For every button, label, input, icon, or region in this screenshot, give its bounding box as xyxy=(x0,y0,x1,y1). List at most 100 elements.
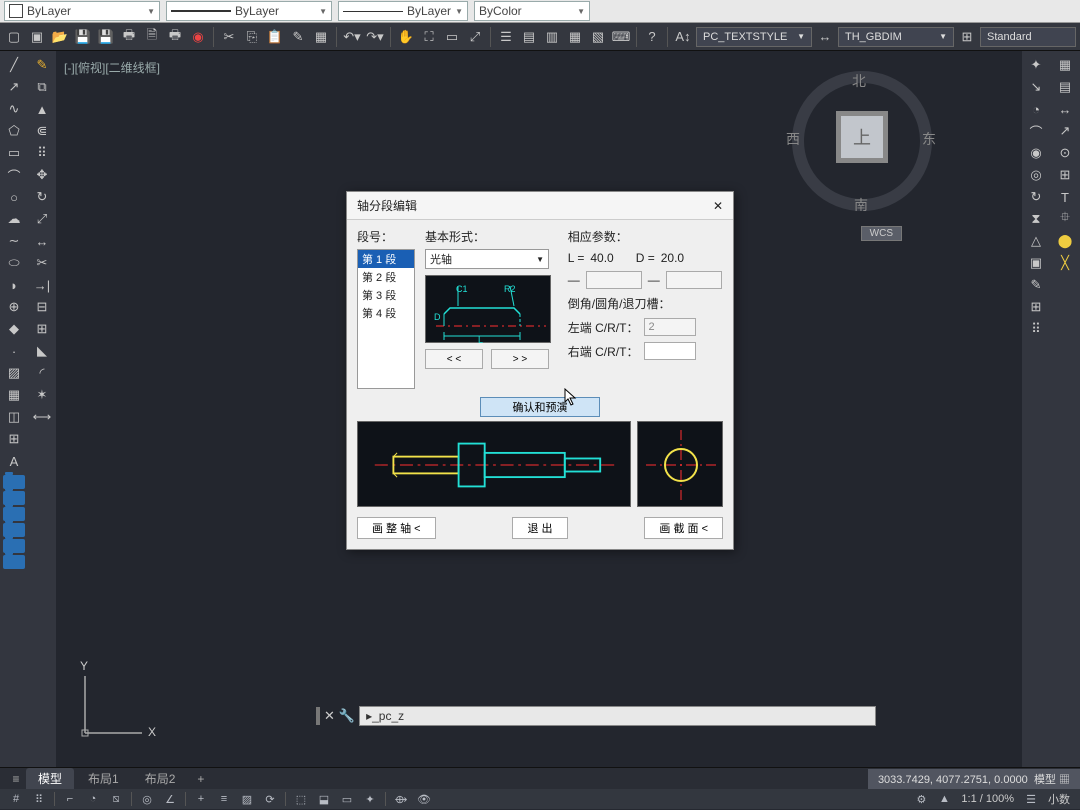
color-dropdown[interactable]: ByLayer ▼ xyxy=(4,1,160,21)
segment-list[interactable]: 第 1 段 第 2 段 第 3 段 第 4 段 xyxy=(357,249,415,389)
line-icon[interactable]: ╱ xyxy=(2,55,26,75)
3dosnap-icon[interactable]: ⬚ xyxy=(291,791,311,807)
rtool-icon[interactable]: ⬤ xyxy=(1053,231,1077,251)
rtool-icon[interactable]: ⊞ xyxy=(1024,297,1048,317)
extend-icon[interactable]: →| xyxy=(30,275,54,295)
rtool-icon[interactable]: ⊙ xyxy=(1053,143,1077,163)
markup-icon[interactable]: ▧ xyxy=(588,27,608,47)
rotate-icon[interactable]: ↻ xyxy=(30,187,54,207)
sel-icon[interactable]: ▭ xyxy=(337,791,357,807)
segment-prev-button[interactable]: < < xyxy=(425,349,483,369)
pan-icon[interactable]: ✋ xyxy=(396,27,416,47)
rtool-icon[interactable]: ╳ xyxy=(1053,253,1077,273)
rtool-icon[interactable]: ◉ xyxy=(1024,143,1048,163)
precision-label[interactable]: 小数 xyxy=(1044,791,1074,807)
matchprop-icon[interactable]: ✎ xyxy=(288,27,308,47)
close-icon[interactable]: ✕ xyxy=(713,199,723,213)
tablestyle-icon[interactable]: ⊞ xyxy=(957,27,977,47)
dyn-icon[interactable]: + xyxy=(191,791,211,807)
copy-icon[interactable]: ⎘ xyxy=(242,27,262,47)
spline-icon[interactable]: ∼ xyxy=(2,231,26,251)
trim-icon[interactable]: ✂ xyxy=(30,253,54,273)
draw-section-button[interactable]: 画 截 面 < xyxy=(644,517,723,539)
saveas-icon[interactable]: 💾 xyxy=(96,27,116,47)
anno-vis-icon[interactable]: 👁 xyxy=(414,791,434,807)
cycle-icon[interactable]: ⟳ xyxy=(260,791,280,807)
command-input[interactable] xyxy=(359,706,876,726)
lengthen-icon[interactable]: ⟷ xyxy=(30,407,54,427)
segment-item[interactable]: 第 2 段 xyxy=(358,268,414,286)
zoom-ext-icon[interactable]: ⤢ xyxy=(465,27,485,47)
draw-whole-shaft-button[interactable]: 画 整 轴 < xyxy=(357,517,436,539)
insert-block-icon[interactable]: ⊕ xyxy=(2,297,26,317)
region-icon[interactable]: ◫ xyxy=(2,407,26,427)
designcenter-icon[interactable]: ▤ xyxy=(519,27,539,47)
save-icon[interactable]: 💾 xyxy=(73,27,93,47)
stretch-icon[interactable]: ↔ xyxy=(30,231,54,251)
add-layout-button[interactable]: + xyxy=(189,772,212,786)
close-icon[interactable]: ✕ xyxy=(324,708,335,724)
block-icon[interactable]: ▦ xyxy=(311,27,331,47)
segment-next-button[interactable]: > > xyxy=(491,349,549,369)
table-icon[interactable]: ⊞ xyxy=(2,429,26,449)
rtool-icon[interactable]: ↻ xyxy=(1024,187,1048,207)
rtool-icon[interactable]: ⊞ xyxy=(1053,165,1077,185)
rtool-icon[interactable]: ✎ xyxy=(1024,275,1048,295)
tab-layout1[interactable]: 布局1 xyxy=(76,768,131,789)
gizmo-icon[interactable]: ✦ xyxy=(360,791,380,807)
layer-folder-icon[interactable] xyxy=(3,555,25,569)
rtool-icon[interactable]: ◎ xyxy=(1024,165,1048,185)
copy-obj-icon[interactable]: ⧉ xyxy=(30,77,54,97)
drag-handle-icon[interactable] xyxy=(316,707,320,725)
layer-folder-icon[interactable] xyxy=(3,539,25,553)
pline-icon[interactable]: ∿ xyxy=(2,99,26,119)
textstyle-icon[interactable]: A↕ xyxy=(673,27,693,47)
ducs-icon[interactable]: ⬓ xyxy=(314,791,334,807)
iso-icon[interactable]: ⧅ xyxy=(106,791,126,807)
erase-icon[interactable]: ✎ xyxy=(30,55,54,75)
view-cube-top[interactable]: 上 xyxy=(836,111,888,163)
sheet-set-icon[interactable]: ▦ xyxy=(565,27,585,47)
undo-icon[interactable]: ↶▾ xyxy=(342,27,362,47)
rtool-icon[interactable]: T xyxy=(1053,187,1077,207)
anno-icon[interactable]: ▲ xyxy=(934,791,954,807)
dialog-title-bar[interactable]: 轴分段编辑 ✕ xyxy=(347,192,733,220)
segment-item[interactable]: 第 4 段 xyxy=(358,304,414,322)
lwt-icon[interactable]: ≡ xyxy=(214,791,234,807)
rtool-icon[interactable]: ⯐ xyxy=(1053,209,1077,229)
ellipse-icon[interactable]: ⬭ xyxy=(2,253,26,273)
zoom-win-icon[interactable]: ▭ xyxy=(442,27,462,47)
grid-icon[interactable]: # xyxy=(6,791,26,807)
param-input-1[interactable] xyxy=(586,271,642,289)
dimstyle-dropdown[interactable]: TH_GBDIM▼ xyxy=(838,27,954,47)
explode-icon[interactable]: ✶ xyxy=(30,385,54,405)
zoom-label[interactable]: 1:1 / 100% xyxy=(957,793,1018,805)
otrack-icon[interactable]: ∠ xyxy=(160,791,180,807)
scale-icon[interactable]: ⤢ xyxy=(30,209,54,229)
mirror-icon[interactable]: ▲ xyxy=(30,99,54,119)
arc-icon[interactable]: ⌒ xyxy=(2,165,26,185)
lineweight-dropdown[interactable]: ByLayer ▼ xyxy=(338,1,468,21)
exit-button[interactable]: 退 出 xyxy=(512,517,567,539)
layer-folder-icon[interactable] xyxy=(3,507,25,521)
tab-layout2[interactable]: 布局2 xyxy=(133,768,188,789)
rtool-icon[interactable]: ⠿ xyxy=(1024,319,1048,339)
new-multi-icon[interactable]: ▣ xyxy=(27,27,47,47)
redo-icon[interactable]: ↷▾ xyxy=(365,27,385,47)
properties-icon[interactable]: ☰ xyxy=(496,27,516,47)
workspace-icon[interactable]: ⚙ xyxy=(911,791,931,807)
segment-item[interactable]: 第 1 段 xyxy=(358,250,414,268)
segment-item[interactable]: 第 3 段 xyxy=(358,286,414,304)
move-icon[interactable]: ✥ xyxy=(30,165,54,185)
break-icon[interactable]: ⊟ xyxy=(30,297,54,317)
layer-folder-icon[interactable] xyxy=(3,491,25,505)
paste-icon[interactable]: 📋 xyxy=(265,27,285,47)
rtool-icon[interactable]: ⧗ xyxy=(1024,209,1048,229)
linetype-dropdown[interactable]: ByLayer ▼ xyxy=(166,1,332,21)
new-icon[interactable]: ▢ xyxy=(4,27,24,47)
rect-icon[interactable]: ▭ xyxy=(2,143,26,163)
rtool-icon[interactable]: ⌒ xyxy=(1024,121,1048,141)
ortho-icon[interactable]: ⌐ xyxy=(60,791,80,807)
circle-icon[interactable]: ○ xyxy=(2,187,26,207)
view-cube[interactable]: 上 北 南 东 西 xyxy=(782,61,942,221)
